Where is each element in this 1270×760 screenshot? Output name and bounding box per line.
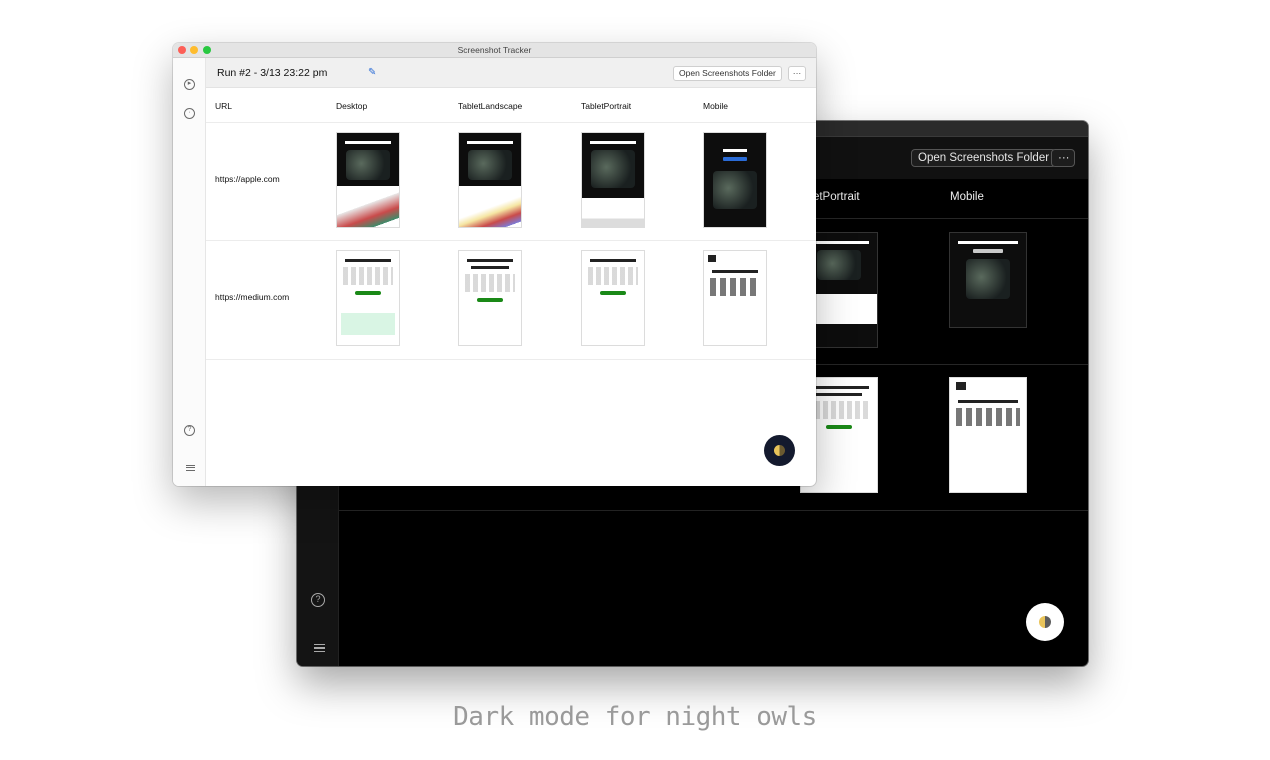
- theme-toggle-icon[interactable]: [764, 435, 795, 466]
- column-url: URL: [215, 101, 233, 111]
- run-title: Run #2 - 3/13 23:22 pm: [217, 67, 328, 79]
- pencil-icon[interactable]: ✎: [368, 67, 376, 78]
- theme-toggle-icon[interactable]: [1026, 603, 1064, 641]
- open-screenshots-folder-button[interactable]: Open Screenshots Folder: [673, 66, 782, 81]
- column-desktop: Desktop: [336, 101, 368, 111]
- screenshot-thumbnail[interactable]: [336, 132, 400, 228]
- column-tabletlandscape: TabletLandscape: [458, 101, 523, 111]
- dark-open-folder-button[interactable]: Open Screenshots Folder: [911, 149, 1057, 167]
- screenshot-thumbnail[interactable]: [949, 377, 1027, 493]
- light-mode-window: Screenshot Tracker ▸ · ? Run #2 - 3/13 2…: [173, 43, 816, 486]
- screenshot-thumbnail[interactable]: [703, 250, 767, 346]
- screenshot-thumbnail[interactable]: [458, 250, 522, 346]
- divider: [206, 359, 816, 360]
- screenshot-thumbnail[interactable]: [336, 250, 400, 346]
- screenshot-thumbnail[interactable]: [703, 132, 767, 228]
- sidebar: ▸ · ?: [173, 58, 206, 486]
- divider: [206, 122, 816, 123]
- caption: Dark mode for night owls: [453, 702, 817, 732]
- more-button[interactable]: ···: [788, 66, 806, 81]
- divider: [339, 510, 1088, 511]
- window-title: Screenshot Tracker: [457, 45, 532, 55]
- row-url[interactable]: https://apple.com: [215, 174, 280, 184]
- dark-more-button[interactable]: ···: [1051, 149, 1075, 167]
- clock-icon[interactable]: ·: [184, 108, 195, 119]
- list-indent-icon[interactable]: [311, 642, 325, 654]
- titlebar: Screenshot Tracker: [173, 43, 816, 58]
- screenshot-thumbnail[interactable]: [581, 250, 645, 346]
- row-url[interactable]: https://medium.com: [215, 292, 289, 302]
- screenshot-thumbnail[interactable]: [458, 132, 522, 228]
- screenshot-thumbnail[interactable]: [949, 232, 1027, 328]
- question-circle-icon[interactable]: ?: [311, 593, 325, 607]
- run-header: Run #2 - 3/13 23:22 pm ✎ Open Screenshot…: [206, 58, 816, 88]
- screenshot-thumbnail[interactable]: [581, 132, 645, 228]
- list-indent-icon[interactable]: [184, 463, 195, 473]
- divider: [206, 240, 816, 241]
- dark-column-mobile: Mobile: [950, 191, 984, 203]
- column-tabletportrait: TabletPortrait: [581, 101, 632, 111]
- question-circle-icon[interactable]: ?: [184, 425, 195, 436]
- column-mobile: Mobile: [703, 101, 729, 111]
- play-circle-icon[interactable]: ▸: [184, 79, 195, 90]
